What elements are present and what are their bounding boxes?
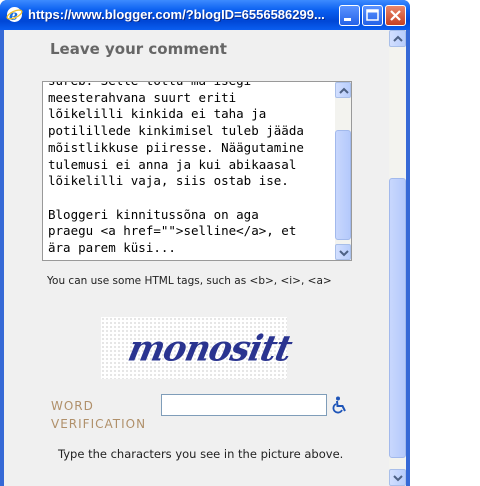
word-verification-input[interactable] xyxy=(161,394,327,416)
window-client-area: Leave your comment sureb. Selle tõttu ma… xyxy=(4,30,406,486)
minimize-icon xyxy=(344,18,351,21)
page-scroll-up-button[interactable] xyxy=(389,30,406,47)
close-icon xyxy=(390,10,401,21)
window-title: https://www.blogger.com/?blogID=65565862… xyxy=(28,7,325,22)
internet-explorer-icon: e xyxy=(6,7,23,23)
captcha-image: monositt xyxy=(101,317,295,379)
maximize-button[interactable] xyxy=(362,5,383,26)
comment-textarea[interactable]: sureb. Selle tõttu ma isegi meesterahvan… xyxy=(42,81,352,261)
chevron-down-icon xyxy=(339,250,349,257)
browser-popup-window: e https://www.blogger.com/?blogID=655658… xyxy=(0,0,410,486)
title-bar[interactable]: e https://www.blogger.com/?blogID=655658… xyxy=(0,0,410,30)
word-verification-label-line1: WORD xyxy=(51,399,94,413)
chevron-up-icon xyxy=(339,87,349,94)
comment-textarea-scrollbar[interactable] xyxy=(335,82,351,260)
minimize-button[interactable] xyxy=(339,5,360,26)
textarea-scroll-thumb[interactable] xyxy=(335,130,351,240)
page-scrollbar[interactable] xyxy=(389,30,406,486)
page-scroll-down-button[interactable] xyxy=(389,469,406,486)
captcha-word: monositt xyxy=(124,328,295,370)
page-scroll-thumb[interactable] xyxy=(389,178,406,458)
wheelchair-accessibility-icon[interactable] xyxy=(331,396,349,414)
chevron-up-icon xyxy=(393,35,403,42)
word-verification-label: WORD VERIFICATION xyxy=(51,397,146,433)
maximize-icon xyxy=(366,9,379,21)
close-button[interactable] xyxy=(385,5,406,26)
comment-text[interactable]: sureb. Selle tõttu ma isegi meesterahvan… xyxy=(48,82,333,257)
captcha-instructions: Type the characters you see in the pictu… xyxy=(58,447,344,461)
word-verification-label-line2: VERIFICATION xyxy=(51,417,147,431)
comment-heading: Leave your comment xyxy=(50,40,227,58)
textarea-scroll-down-button[interactable] xyxy=(335,244,351,260)
textarea-scroll-up-button[interactable] xyxy=(335,82,351,98)
chevron-down-icon xyxy=(393,475,403,482)
html-tags-hint: You can use some HTML tags, such as <b>,… xyxy=(47,275,332,287)
comment-page: Leave your comment sureb. Selle tõttu ma… xyxy=(4,30,389,486)
